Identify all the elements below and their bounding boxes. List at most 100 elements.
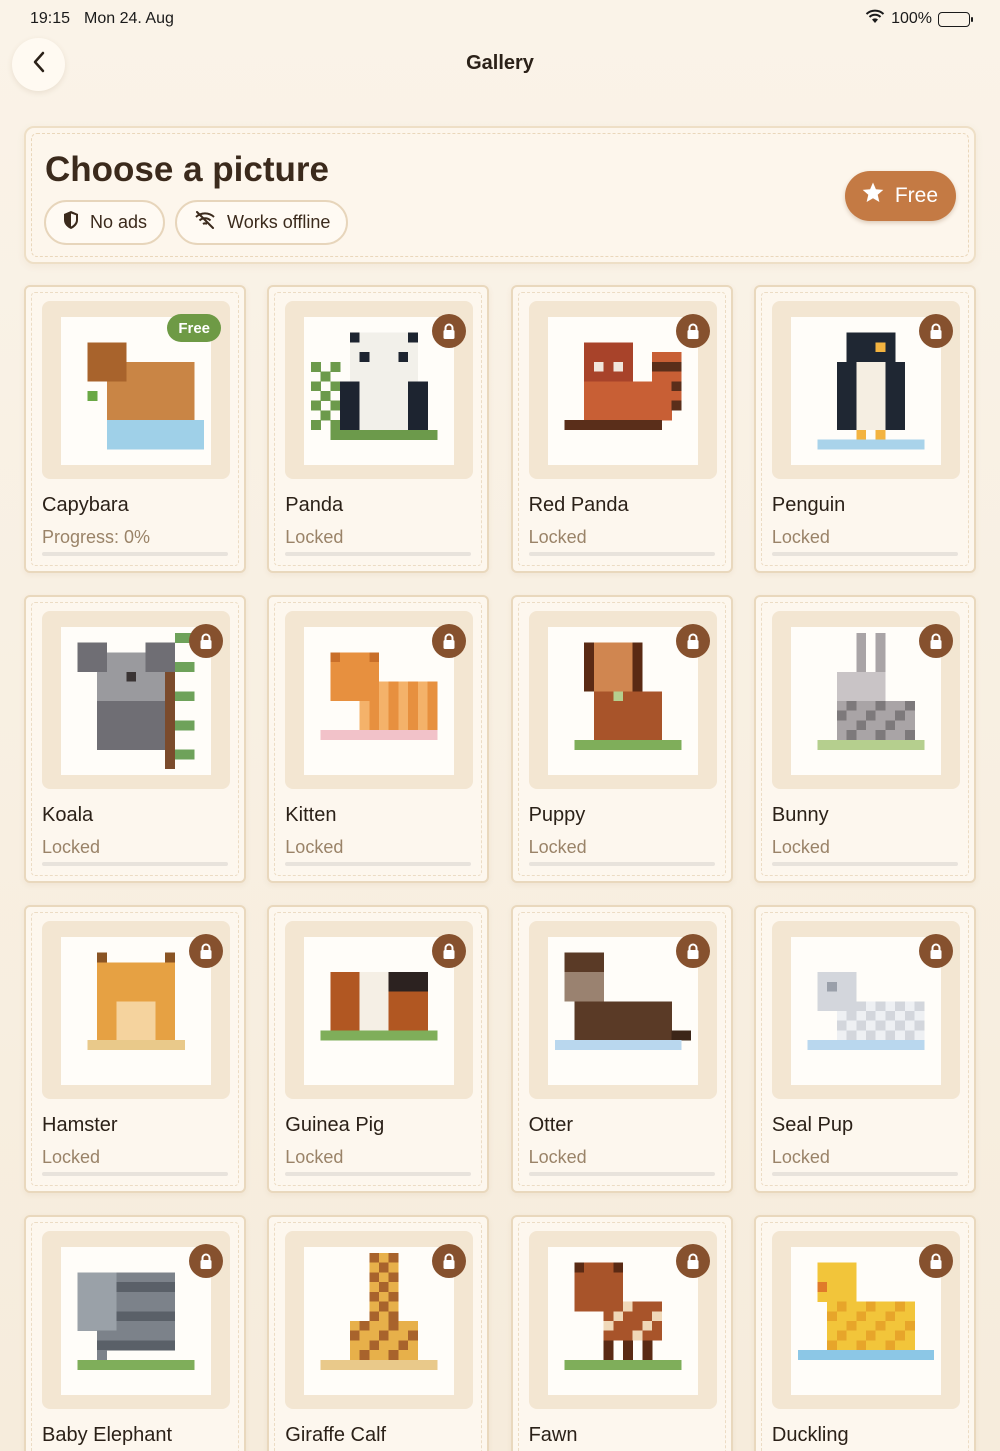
kitten-pixel-art-icon (304, 627, 455, 775)
card-title: Bunny (771, 804, 829, 826)
star-icon (861, 181, 885, 211)
penguin-pixel-art-icon (790, 317, 941, 465)
card-status: Progress: 0% (42, 527, 151, 547)
fawn-pixel-art-icon (547, 1247, 698, 1395)
lock-icon (675, 624, 710, 658)
lock-icon (432, 934, 467, 968)
thumbnail-frame (42, 1231, 230, 1409)
picture-card-bunny[interactable]: Bunny Locked (753, 595, 976, 883)
no-ads-chip: No ads (44, 200, 166, 245)
card-title: Red Panda (528, 494, 629, 516)
free-button-label: Free (894, 184, 938, 207)
picture-card-guinea-pig[interactable]: Guinea Pig Locked (267, 905, 490, 1193)
card-status: Locked (771, 837, 830, 857)
lock-icon (675, 1244, 710, 1278)
duckling-pixel-art-icon (790, 1247, 941, 1395)
works-offline-label: Works offline (227, 212, 331, 232)
thumbnail-frame (285, 921, 474, 1099)
picture-card-puppy[interactable]: Puppy Locked (510, 595, 733, 883)
puppy-pixel-art-icon (547, 627, 698, 775)
lock-icon (918, 314, 953, 348)
card-status: Locked (771, 527, 830, 547)
thumbnail-frame (771, 921, 960, 1099)
lock-icon (918, 624, 953, 658)
card-status: Locked (528, 837, 587, 857)
progress-bar (285, 862, 472, 866)
lock-icon (432, 314, 467, 348)
battery-icon (938, 11, 973, 27)
progress-bar (528, 552, 715, 556)
picture-card-hamster[interactable]: Hamster Locked (24, 905, 246, 1193)
card-title: Seal Pup (771, 1114, 854, 1136)
card-status: Locked (771, 1147, 830, 1167)
thumbnail-frame (528, 301, 717, 479)
card-status: Locked (528, 527, 587, 547)
picture-card-red-panda[interactable]: Red Panda Locked (510, 285, 733, 573)
progress-bar (771, 552, 958, 556)
progress-bar (42, 862, 228, 866)
card-title: Giraffe Calf (285, 1424, 387, 1446)
progress-bar (528, 1172, 715, 1176)
guinea-pig-pixel-art-icon (304, 937, 455, 1085)
hamster-pixel-art-icon (61, 937, 211, 1085)
thumbnail-frame (771, 1231, 960, 1409)
page-title: Gallery (466, 52, 534, 74)
shield-icon (62, 210, 80, 235)
lock-icon (918, 934, 953, 968)
progress-bar (771, 862, 958, 866)
lock-icon (675, 314, 710, 348)
no-ads-label: No ads (90, 212, 148, 232)
lock-icon (918, 1244, 953, 1278)
koala-pixel-art-icon (61, 627, 211, 775)
red-panda-pixel-art-icon (547, 317, 698, 465)
free-badge: Free (167, 314, 221, 342)
free-button[interactable]: Free (844, 171, 956, 221)
card-status: Locked (42, 1147, 101, 1167)
card-status: Locked (42, 837, 101, 857)
thumbnail-frame (285, 1231, 474, 1409)
header-card: Choose a picture No ads Works offline Fr… (24, 126, 976, 264)
picture-grid: Free Capybara Progress: 0% Panda Locked Red P… (24, 285, 976, 1451)
picture-card-koala[interactable]: Koala Locked (24, 595, 246, 883)
seal-pup-pixel-art-icon (790, 937, 941, 1085)
thumbnail-frame (528, 921, 717, 1099)
thumbnail-frame (528, 1231, 717, 1409)
card-status: Locked (528, 1147, 587, 1167)
panda-pixel-art-icon (304, 317, 455, 465)
header-title: Choose a picture (45, 150, 329, 189)
progress-bar (528, 862, 715, 866)
battery-percent: 100% (891, 10, 932, 27)
card-title: Panda (285, 494, 344, 516)
progress-bar (771, 1172, 958, 1176)
card-title: Penguin (771, 494, 846, 516)
picture-card-duckling[interactable]: Duckling (753, 1215, 976, 1451)
lock-icon (432, 1244, 467, 1278)
picture-card-otter[interactable]: Otter Locked (510, 905, 733, 1193)
bunny-pixel-art-icon (790, 627, 941, 775)
picture-card-baby-elephant[interactable]: Baby Elephant (24, 1215, 246, 1451)
picture-card-giraffe-calf[interactable]: Giraffe Calf (267, 1215, 490, 1451)
thumbnail-frame: Free (42, 301, 230, 479)
card-title: Hamster (42, 1114, 118, 1136)
thumbnail-frame (285, 301, 474, 479)
lock-icon (189, 934, 223, 968)
thumbnail-frame (285, 611, 474, 789)
picture-card-fawn[interactable]: Fawn (510, 1215, 733, 1451)
card-title: Otter (528, 1114, 574, 1136)
giraffe-calf-pixel-art-icon (304, 1247, 455, 1395)
picture-card-capybara[interactable]: Free Capybara Progress: 0% (24, 285, 246, 573)
picture-card-penguin[interactable]: Penguin Locked (753, 285, 976, 573)
picture-card-seal-pup[interactable]: Seal Pup Locked (753, 905, 976, 1193)
card-status: Locked (285, 527, 344, 547)
card-title: Duckling (771, 1424, 849, 1446)
card-title: Guinea Pig (285, 1114, 385, 1136)
card-status: Locked (285, 837, 344, 857)
progress-bar (285, 552, 472, 556)
card-title: Puppy (528, 804, 586, 826)
picture-card-kitten[interactable]: Kitten Locked (267, 595, 490, 883)
picture-card-panda[interactable]: Panda Locked (267, 285, 490, 573)
card-status: Locked (285, 1147, 344, 1167)
works-offline-chip: Works offline (175, 200, 349, 245)
otter-pixel-art-icon (547, 937, 698, 1085)
lock-icon (432, 624, 467, 658)
